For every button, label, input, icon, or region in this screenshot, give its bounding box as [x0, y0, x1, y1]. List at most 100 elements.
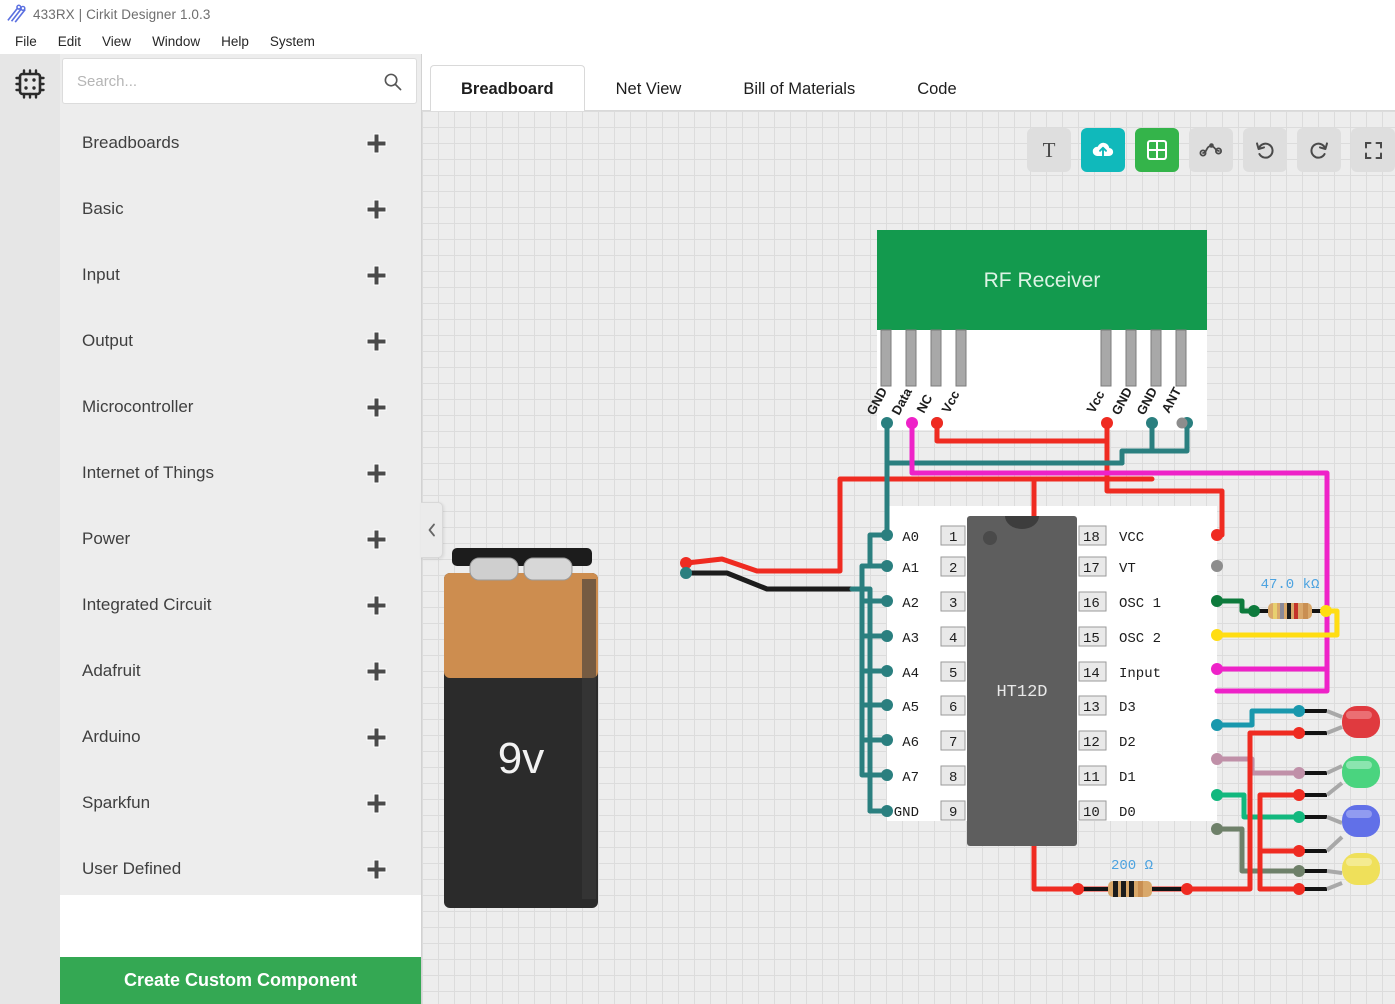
- led-yellow[interactable]: [1293, 853, 1380, 895]
- fullscreen-button[interactable]: [1351, 128, 1395, 172]
- led-red[interactable]: [1293, 705, 1380, 739]
- sidebar-item-input[interactable]: Input: [60, 242, 421, 308]
- sidebar-item-basic[interactable]: Basic: [60, 176, 421, 242]
- ic-pin-name: D3: [1119, 700, 1136, 716]
- ic-pin-name: D1: [1119, 770, 1136, 786]
- ic-pin-number: 7: [949, 735, 957, 751]
- sidebar-item-internet-of-things[interactable]: Internet of Things: [60, 440, 421, 506]
- ic-pin-name: OSC 1: [1119, 596, 1161, 612]
- ic-pin-number: 11: [1083, 770, 1100, 786]
- menu-file[interactable]: File: [6, 32, 49, 51]
- plus-icon[interactable]: [366, 727, 387, 748]
- menu-window[interactable]: Window: [143, 32, 212, 51]
- search-icon[interactable]: [383, 72, 402, 91]
- ic-pin-name: VT: [1119, 561, 1136, 577]
- ic-pin-name: A3: [902, 631, 919, 647]
- tab-net-view[interactable]: Net View: [585, 65, 713, 111]
- battery-label: 9v: [498, 734, 544, 783]
- battery-top-band: [444, 573, 598, 678]
- ic-pin-name: A4: [902, 666, 919, 682]
- battery-9v-component[interactable]: 9v: [444, 548, 692, 908]
- led-group[interactable]: [1293, 705, 1380, 895]
- led-blue[interactable]: [1293, 805, 1380, 857]
- icon-rail: [0, 54, 60, 1004]
- menu-system[interactable]: System: [261, 32, 327, 51]
- sidebar-item-output[interactable]: Output: [60, 308, 421, 374]
- ic-pin-number: 16: [1083, 596, 1100, 612]
- plus-icon[interactable]: [366, 595, 387, 616]
- grid-toggle-button[interactable]: [1135, 128, 1179, 172]
- plus-icon[interactable]: [366, 661, 387, 682]
- rf-receiver-label: RF Receiver: [984, 269, 1101, 292]
- plus-icon[interactable]: [366, 463, 387, 484]
- sidebar-item-label: Adafruit: [82, 661, 366, 681]
- plus-icon[interactable]: [366, 199, 387, 220]
- plus-icon[interactable]: [366, 793, 387, 814]
- sidebar-item-label: Arduino: [82, 727, 366, 747]
- plus-icon[interactable]: [366, 529, 387, 550]
- route-icon: [1199, 140, 1223, 160]
- ic-pin-number: 17: [1083, 561, 1100, 577]
- plus-icon[interactable]: [366, 397, 387, 418]
- plus-icon[interactable]: [366, 859, 387, 880]
- sidebar-item-power[interactable]: Power: [60, 506, 421, 572]
- panel-collapse-button[interactable]: [421, 502, 443, 558]
- redo-button[interactable]: [1297, 128, 1341, 172]
- sidebar-item-user-defined[interactable]: User Defined: [60, 836, 421, 895]
- ic-pin-number: 2: [949, 561, 957, 577]
- menu-view[interactable]: View: [93, 32, 143, 51]
- chevron-left-icon: [427, 523, 437, 537]
- plus-icon[interactable]: [366, 331, 387, 352]
- sidebar-item-microcontroller[interactable]: Microcontroller: [60, 374, 421, 440]
- ic-pin-number: 15: [1083, 631, 1100, 647]
- upload-cloud-button[interactable]: [1081, 128, 1125, 172]
- sidebar-item-label: Output: [82, 331, 366, 351]
- menu-help[interactable]: Help: [212, 32, 261, 51]
- text-tool-button[interactable]: T: [1027, 128, 1071, 172]
- ic-pin-number: 13: [1083, 700, 1100, 716]
- sidebar-item-arduino[interactable]: Arduino: [60, 704, 421, 770]
- tab-breadboard[interactable]: Breadboard: [430, 65, 585, 111]
- category-list: Breadboards Basic Input Output Microcont…: [60, 104, 421, 895]
- breadboard-canvas[interactable]: T: [422, 111, 1395, 1004]
- resistor-47k[interactable]: 47.0 kΩ: [1248, 577, 1332, 619]
- route-wires-button[interactable]: [1189, 128, 1233, 172]
- sidebar-item-sparkfun[interactable]: Sparkfun: [60, 770, 421, 836]
- panel-spacer: [60, 895, 421, 957]
- tab-bill-of-materials[interactable]: Bill of Materials: [712, 65, 886, 111]
- ic-pin-name: A0: [902, 530, 919, 546]
- ic-pin-number: 1: [949, 530, 957, 546]
- text-icon: T: [1043, 138, 1056, 163]
- ic-label: HT12D: [996, 683, 1047, 702]
- ic-pin-number: 10: [1083, 805, 1100, 821]
- search-input[interactable]: [77, 73, 383, 90]
- undo-button[interactable]: [1243, 128, 1287, 172]
- ic-pin-name: A2: [902, 596, 919, 612]
- title-bar: 433RX | Cirkit Designer 1.0.3: [0, 0, 1395, 28]
- ic-pin-number: 8: [949, 770, 957, 786]
- circuit-svg: RF Receiver: [422, 111, 1387, 1001]
- tab-code[interactable]: Code: [886, 65, 987, 111]
- ic-pin-name: VCC: [1119, 530, 1144, 546]
- led-green[interactable]: [1293, 756, 1380, 801]
- plus-icon[interactable]: [366, 133, 387, 154]
- ic-pin-number: 6: [949, 700, 957, 716]
- resistor-200-label: 200 Ω: [1111, 858, 1153, 874]
- menu-edit[interactable]: Edit: [49, 32, 93, 51]
- sidebar-item-breadboards[interactable]: Breadboards: [60, 110, 421, 176]
- ic-pin-name: GND: [894, 805, 919, 821]
- ic-body: [967, 516, 1077, 846]
- components-panel: Breadboards Basic Input Output Microcont…: [60, 54, 422, 1004]
- chip-icon[interactable]: [14, 68, 46, 100]
- circuit-diagram[interactable]: RF Receiver: [422, 111, 1395, 1004]
- search-bar[interactable]: [62, 58, 417, 104]
- ic-pin-number: 14: [1083, 666, 1100, 682]
- workspace: Breadboard Net View Bill of Materials Co…: [422, 54, 1395, 1004]
- ic-pin-number: 3: [949, 596, 957, 612]
- create-custom-component-button[interactable]: Create Custom Component: [60, 957, 421, 1004]
- ic-pin-name: D0: [1119, 805, 1136, 821]
- plus-icon[interactable]: [366, 265, 387, 286]
- sidebar-item-adafruit[interactable]: Adafruit: [60, 638, 421, 704]
- sidebar-item-integrated-circuit[interactable]: Integrated Circuit: [60, 572, 421, 638]
- undo-icon: [1254, 140, 1276, 160]
